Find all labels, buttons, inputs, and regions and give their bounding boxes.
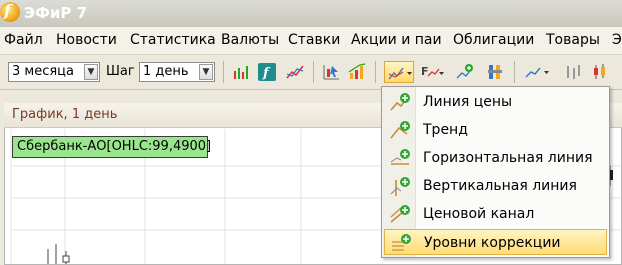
toolbar-separator bbox=[514, 61, 515, 83]
menu-more[interactable]: Э bbox=[612, 32, 622, 48]
menu-stocks[interactable]: Акции и паи bbox=[351, 32, 442, 48]
step-select[interactable]: 1 день ▼ bbox=[139, 62, 215, 82]
period-select[interactable]: 3 месяца ▼ bbox=[8, 62, 100, 82]
menu-currencies[interactable]: Валюты bbox=[221, 32, 279, 48]
ticker-badge[interactable]: Сбербанк-АО[OHLC:99,4900] bbox=[12, 136, 212, 158]
dropdown-item-horizontal-line[interactable]: Горизонтальная линия bbox=[384, 145, 607, 171]
candles-chart-icon[interactable] bbox=[230, 61, 252, 83]
dropdown-item-label: Линия цены bbox=[423, 94, 513, 110]
toolbar-separator bbox=[313, 61, 314, 83]
bar-growth-icon[interactable] bbox=[346, 61, 368, 83]
line-chart-icon[interactable] bbox=[284, 61, 306, 83]
toolbar-separator bbox=[223, 61, 224, 83]
chevron-down-icon[interactable]: ▼ bbox=[199, 64, 213, 80]
line-series-icon[interactable] bbox=[522, 61, 552, 83]
cursor-chart-icon[interactable] bbox=[320, 61, 342, 83]
draw-tools-dropdown: Линия цены Тренд Горизонтальная линия Ве… bbox=[381, 86, 610, 258]
horizontal-line-icon bbox=[390, 149, 410, 165]
dropdown-item-label: Вертикальная линия bbox=[423, 178, 577, 194]
step-value: 1 день bbox=[143, 64, 189, 79]
menu-rates[interactable]: Ставки bbox=[288, 32, 340, 48]
function-icon[interactable]: f bbox=[256, 61, 278, 83]
chart-title: График, 1 день bbox=[12, 107, 118, 122]
dropdown-item-label: Тренд bbox=[423, 122, 468, 138]
dropdown-item-label: Горизонтальная линия bbox=[423, 150, 593, 166]
dropdown-item-price-channel[interactable]: Ценовой канал bbox=[384, 201, 607, 227]
ticker-label: Сбербанк-АО[OHLC:99,4900] bbox=[17, 139, 212, 154]
price-type-icon[interactable]: F bbox=[418, 61, 446, 83]
dropdown-item-label: Уровни коррекции bbox=[424, 235, 561, 251]
correction-levels-icon bbox=[392, 234, 411, 251]
toolbar: 3 месяца ▼ Шаг 1 день ▼ f F bbox=[0, 55, 622, 90]
svg-text:F: F bbox=[421, 65, 429, 78]
price-line-icon bbox=[390, 93, 410, 111]
candles-icon[interactable] bbox=[590, 61, 612, 83]
menu-bonds[interactable]: Облигации bbox=[453, 32, 534, 48]
chevron-down-icon[interactable]: ▼ bbox=[84, 64, 98, 80]
period-value: 3 месяца bbox=[12, 64, 74, 79]
menu-statistics[interactable]: Статистика bbox=[130, 32, 216, 48]
dropdown-item-price-line[interactable]: Линия цены bbox=[384, 89, 607, 115]
dropdown-item-correction-levels[interactable]: Уровни коррекции bbox=[384, 229, 607, 255]
toolbar-separator bbox=[375, 61, 376, 83]
indicator-icon[interactable] bbox=[484, 61, 506, 83]
dropdown-item-trend[interactable]: Тренд bbox=[384, 117, 607, 143]
trend-icon bbox=[390, 121, 410, 139]
window-title: ЭФиР 7 bbox=[24, 4, 88, 22]
menu-news[interactable]: Новости bbox=[56, 32, 117, 48]
efir-app-icon[interactable]: f bbox=[0, 1, 20, 22]
dropdown-item-label: Ценовой канал bbox=[423, 206, 535, 222]
title-bar: f ЭФиР 7 bbox=[0, 0, 622, 27]
draw-line-dropdown-icon[interactable] bbox=[384, 61, 414, 83]
menu-goods[interactable]: Товары bbox=[546, 32, 600, 48]
vertical-line-icon bbox=[390, 177, 410, 196]
dropdown-item-vertical-line[interactable]: Вертикальная линия bbox=[384, 173, 607, 199]
add-point-icon[interactable] bbox=[454, 61, 476, 83]
menu-file[interactable]: Файл bbox=[4, 32, 43, 48]
ohlc-bars-icon[interactable] bbox=[562, 61, 584, 83]
price-channel-icon bbox=[390, 205, 410, 223]
step-label: Шаг bbox=[106, 64, 135, 79]
menu-bar: Файл Новости Статистика Валюты Ставки Ак… bbox=[0, 27, 622, 55]
